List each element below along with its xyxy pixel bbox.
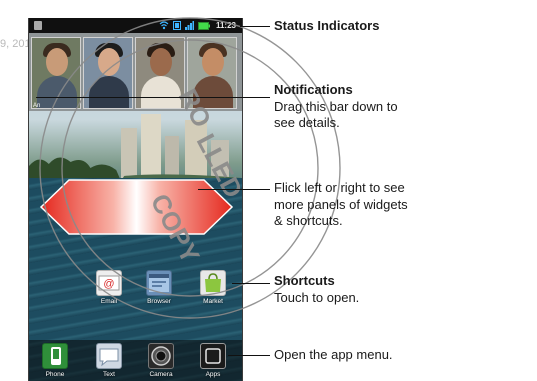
callout-shortcuts: Shortcuts Touch to open. [274, 273, 359, 306]
shortcut-label: Market [203, 298, 223, 305]
dock-camera[interactable]: Camera [139, 343, 183, 378]
dock-phone[interactable]: Phone [33, 343, 77, 378]
browser-icon [146, 270, 172, 296]
svg-text:@: @ [103, 278, 114, 290]
callout-title: Shortcuts [274, 273, 335, 288]
contact-photo[interactable] [83, 37, 133, 109]
panel-swipe-arrow-icon [39, 179, 234, 235]
text-icon [96, 343, 122, 369]
callout-text: Touch to open. [274, 289, 360, 305]
wifi-icon [159, 21, 169, 30]
shortcut-market[interactable]: Market [191, 270, 235, 305]
notification-sender-label: An [33, 103, 41, 109]
dock-label: Apps [205, 371, 221, 378]
dock-label: Phone [45, 371, 65, 378]
contact-photo[interactable] [135, 37, 185, 109]
callout-title: Notifications [274, 82, 353, 97]
callout-text: Flick left or right to see [274, 180, 405, 195]
status-time: 11:23 [215, 21, 236, 30]
shortcut-label: Email [100, 298, 118, 305]
callout-title: Status Indicators [274, 18, 380, 33]
network-3g-icon [172, 21, 181, 30]
callout-text: Drag this bar down to [274, 98, 398, 114]
apps-icon [200, 343, 226, 369]
callout-line [228, 355, 270, 356]
dock-label: Text [103, 371, 115, 378]
camera-icon [148, 343, 174, 369]
shortcut-browser[interactable]: Browser [137, 270, 181, 305]
phone-screen: 11:23 An @ Email Browser Market Phone Te… [28, 18, 243, 381]
contact-photo[interactable] [187, 37, 237, 109]
notification-icon [34, 21, 42, 30]
callout-panels: Flick left or right to see more panels o… [274, 180, 408, 230]
contact-photo[interactable] [31, 37, 81, 109]
market-icon [200, 270, 226, 296]
callout-line [232, 283, 270, 284]
notification-bar[interactable]: An [29, 33, 242, 111]
callout-status-indicators: Status Indicators [274, 18, 379, 35]
callout-line [198, 189, 270, 190]
callout-apps: Open the app menu. [274, 347, 393, 364]
callout-notifications: Notifications Drag this bar down to see … [274, 82, 398, 132]
dock-label: Camera [149, 371, 173, 378]
callout-line [240, 26, 270, 27]
callout-text: & shortcuts. [274, 213, 343, 228]
email-icon: @ [96, 270, 122, 296]
callout-text: Open the app menu. [274, 347, 393, 362]
callout-text: more panels of widgets [274, 196, 408, 212]
dock-apps[interactable]: Apps [191, 343, 235, 378]
callout-line [36, 97, 270, 98]
status-bar: 11:23 [29, 18, 242, 33]
signal-icon [184, 21, 194, 30]
battery-icon [197, 21, 210, 30]
shortcut-email[interactable]: @ Email [87, 270, 131, 305]
shortcut-label: Browser [147, 298, 171, 305]
phone-icon [42, 343, 68, 369]
callout-text: see details. [274, 115, 340, 130]
dock-text[interactable]: Text [87, 343, 131, 378]
